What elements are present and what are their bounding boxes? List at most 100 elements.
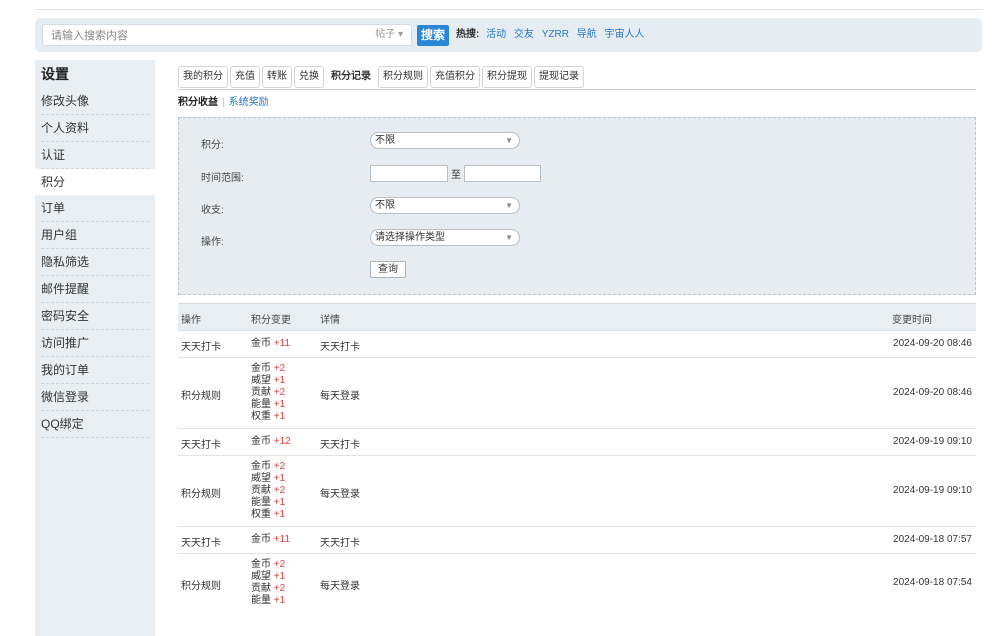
sidebar-item[interactable]: 邮件提醒 xyxy=(41,276,149,303)
operation-select-value: 请选择操作类型 xyxy=(375,232,445,243)
change-delta: +2 xyxy=(274,363,285,374)
chevron-down-icon: ▼ xyxy=(505,230,513,245)
tab[interactable]: 充值 xyxy=(230,66,260,88)
points-label: 积分: xyxy=(201,136,224,151)
chevron-down-icon: ▼ xyxy=(505,133,513,148)
change-delta: +1 xyxy=(274,497,285,508)
filter-panel: 积分: 不限▼ 时间范围: 至 收支: 不限▼ 操作: 请选择操作类型▼ 查询 xyxy=(178,117,976,295)
tab[interactable]: 我的积分 xyxy=(178,66,228,88)
cell-time: 2024-09-18 07:57 xyxy=(893,534,972,545)
change-delta: +12 xyxy=(274,436,291,447)
sidebar-item[interactable]: 个人资料 xyxy=(41,115,149,142)
operation-select[interactable]: 请选择操作类型 ▼ xyxy=(370,229,520,246)
sidebar-item[interactable]: 微信登录 xyxy=(41,384,149,411)
change-name: 金币 xyxy=(251,338,271,349)
table-row: 天天打卡天天打卡2024-09-19 09:10金币 +12 xyxy=(178,428,976,455)
cell-detail: 天天打卡 xyxy=(320,338,360,353)
cell-detail: 天天打卡 xyxy=(320,534,360,549)
sidebar-item[interactable]: QQ绑定 xyxy=(41,411,149,438)
start-date-input[interactable] xyxy=(370,165,448,182)
change-line: 威望 +1 xyxy=(251,473,285,485)
hot-link[interactable]: 宇宙人人 xyxy=(604,29,644,40)
search-input[interactable] xyxy=(49,27,353,45)
tab[interactable]: 充值积分 xyxy=(430,66,480,88)
cell-time: 2024-09-19 09:10 xyxy=(893,436,972,447)
hot-label: 热搜: xyxy=(456,29,479,40)
subtab-income[interactable]: 积分收益 xyxy=(178,97,218,108)
flow-select-value: 不限 xyxy=(375,200,395,211)
tab[interactable]: 积分规则 xyxy=(378,66,428,88)
search-button[interactable]: 搜索 xyxy=(417,25,449,46)
table-row: 积分规则每天登录2024-09-18 07:54金币 +2威望 +1贡献 +2能… xyxy=(178,553,976,612)
change-line: 贡献 +2 xyxy=(251,583,285,595)
operation-label: 操作: xyxy=(201,233,224,248)
chevron-down-icon: ▼ xyxy=(505,198,513,213)
table-row: 积分规则每天登录2024-09-20 08:46金币 +2威望 +1贡献 +2能… xyxy=(178,357,976,428)
sidebar-item[interactable]: 隐私筛选 xyxy=(41,249,149,276)
change-delta: +2 xyxy=(274,583,285,594)
change-delta: +1 xyxy=(274,399,285,410)
tab[interactable]: 兑换 xyxy=(294,66,324,88)
query-button[interactable]: 查询 xyxy=(370,261,406,278)
tab[interactable]: 积分记录 xyxy=(326,66,376,88)
search-scope-select[interactable]: 帖子 ▾ xyxy=(371,28,407,42)
change-name: 能量 xyxy=(251,497,271,508)
settings-sidebar: 设置 修改头像个人资料认证积分订单用户组隐私筛选邮件提醒密码安全访问推广我的订单… xyxy=(35,60,155,636)
sidebar-item[interactable]: 密码安全 xyxy=(41,303,149,330)
change-line: 金币 +11 xyxy=(251,534,290,546)
cell-change: 金币 +2威望 +1贡献 +2能量 +1 xyxy=(251,559,285,607)
sidebar-item[interactable]: 访问推广 xyxy=(41,330,149,357)
change-name: 威望 xyxy=(251,571,271,582)
cell-detail: 每天登录 xyxy=(320,577,360,592)
sidebar-item[interactable]: 认证 xyxy=(41,142,149,169)
hot-link[interactable]: 导航 xyxy=(577,29,597,40)
sidebar-item[interactable]: 积分 xyxy=(35,169,155,195)
change-line: 金币 +2 xyxy=(251,363,285,375)
change-line: 贡献 +2 xyxy=(251,387,285,399)
cell-detail: 天天打卡 xyxy=(320,436,360,451)
hot-link[interactable]: 交友 xyxy=(514,29,534,40)
change-name: 金币 xyxy=(251,363,271,374)
search-bar: 帖子 ▾ 搜索 热搜: 活动 交友 YZRR 导航 宇宙人人 xyxy=(35,18,982,52)
subtab-system-reward[interactable]: 系统奖励 xyxy=(229,97,269,108)
sidebar-item[interactable]: 我的订单 xyxy=(41,357,149,384)
hot-link[interactable]: YZRR xyxy=(542,29,569,40)
top-divider xyxy=(35,9,982,10)
change-delta: +1 xyxy=(274,411,285,422)
flow-select[interactable]: 不限 ▼ xyxy=(370,197,520,214)
hot-link[interactable]: 活动 xyxy=(486,29,506,40)
tab[interactable]: 积分提现 xyxy=(482,66,532,88)
sidebar-title: 设置 xyxy=(35,60,155,88)
points-log-table: 操作 积分变更 详情 变更时间 天天打卡天天打卡2024-09-20 08:46… xyxy=(178,303,976,612)
points-select[interactable]: 不限▼ xyxy=(370,132,520,149)
change-line: 金币 +2 xyxy=(251,461,285,473)
sidebar-item[interactable]: 修改头像 xyxy=(41,88,149,115)
change-name: 威望 xyxy=(251,473,271,484)
header-detail: 详情 xyxy=(320,311,340,326)
end-date-input[interactable] xyxy=(464,165,541,182)
change-line: 贡献 +2 xyxy=(251,485,285,497)
change-name: 金币 xyxy=(251,534,271,545)
change-name: 金币 xyxy=(251,436,271,447)
cell-time: 2024-09-20 08:46 xyxy=(893,387,972,398)
change-name: 能量 xyxy=(251,595,271,606)
change-name: 金币 xyxy=(251,559,271,570)
tab[interactable]: 提现记录 xyxy=(534,66,584,88)
sidebar-item[interactable]: 订单 xyxy=(41,195,149,222)
cell-change: 金币 +11 xyxy=(251,534,290,546)
tab[interactable]: 转账 xyxy=(262,66,292,88)
hot-searches: 热搜: 活动 交友 YZRR 导航 宇宙人人 xyxy=(456,28,649,42)
change-name: 贡献 xyxy=(251,387,271,398)
cell-time: 2024-09-19 09:10 xyxy=(893,485,972,496)
cell-operation: 积分规则 xyxy=(181,485,221,500)
change-delta: +1 xyxy=(274,571,285,582)
flow-label: 收支: xyxy=(201,201,224,216)
cell-operation: 积分规则 xyxy=(181,577,221,592)
sidebar-item[interactable]: 用户组 xyxy=(41,222,149,249)
cell-time: 2024-09-20 08:46 xyxy=(893,338,972,349)
change-name: 能量 xyxy=(251,399,271,410)
change-name: 金币 xyxy=(251,461,271,472)
change-line: 权重 +1 xyxy=(251,509,285,521)
change-delta: +1 xyxy=(274,375,285,386)
change-delta: +1 xyxy=(274,595,285,606)
